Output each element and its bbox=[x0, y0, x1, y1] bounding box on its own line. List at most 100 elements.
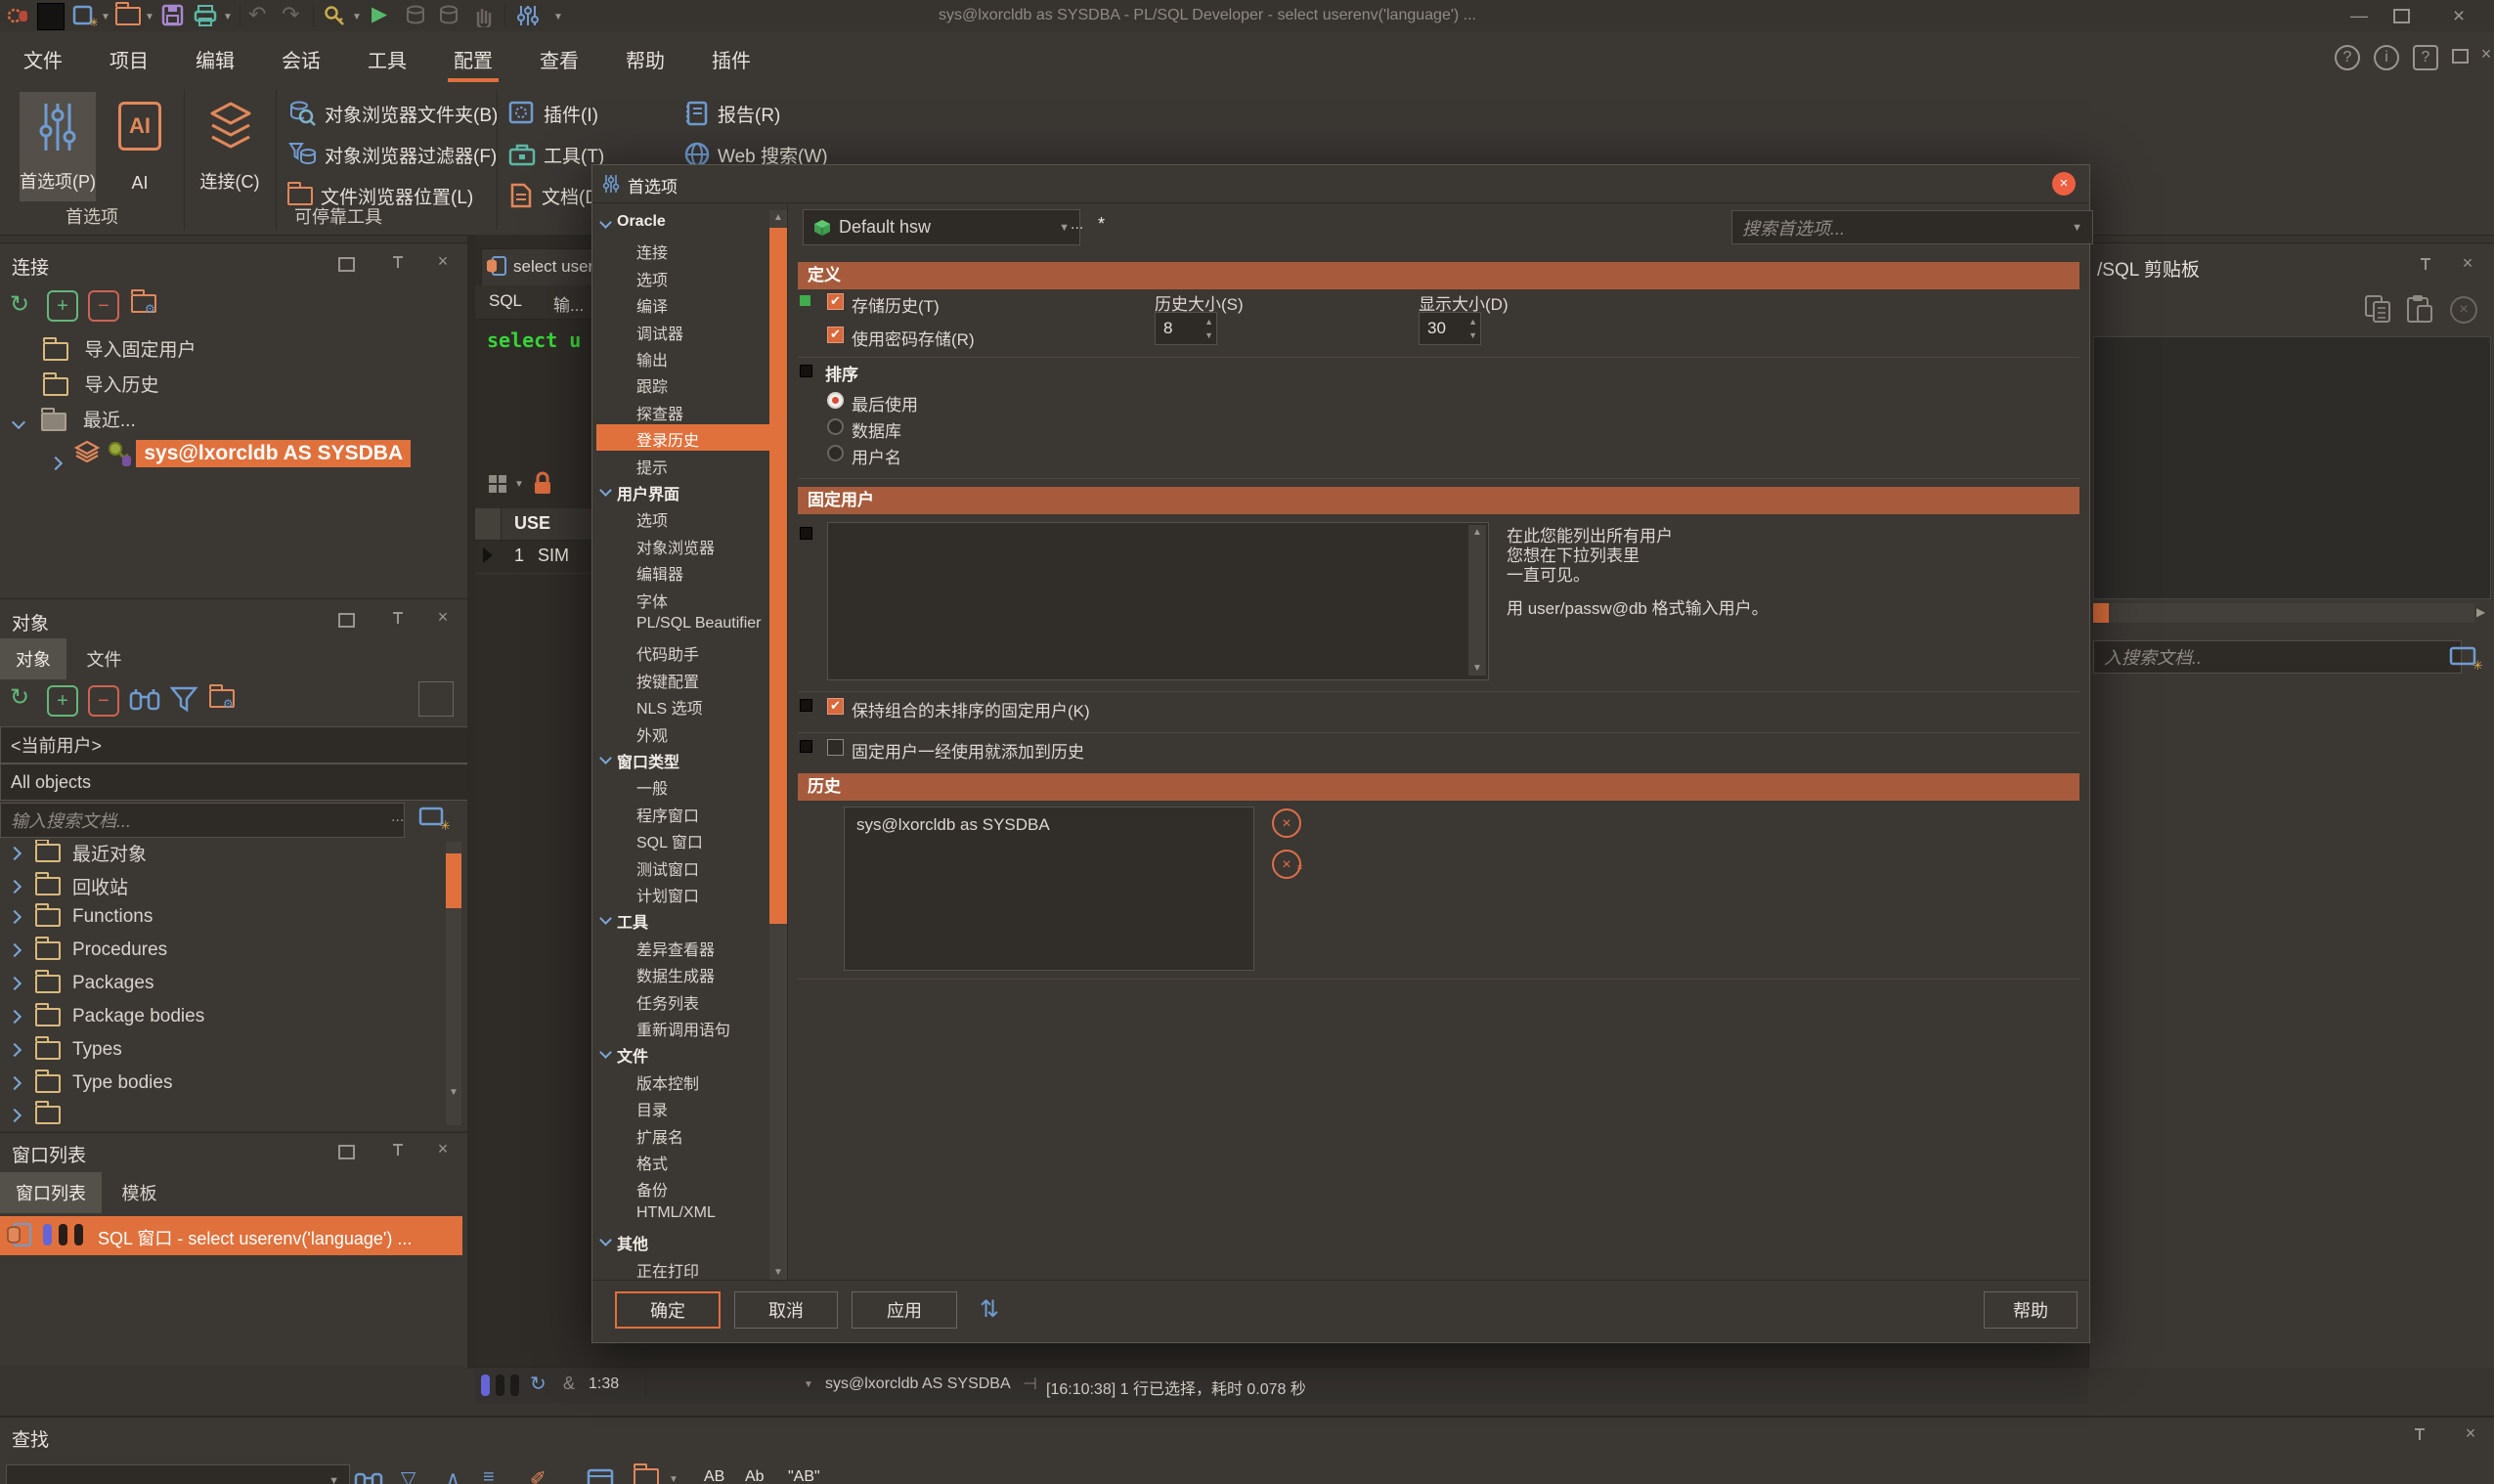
pref-tree-item-重新调用语句[interactable]: 重新调用语句 bbox=[596, 1014, 769, 1040]
ribbon-preferences-button[interactable]: 首选项(P) bbox=[20, 92, 96, 201]
pref-tree-item-计划窗口[interactable]: 计划窗口 bbox=[596, 880, 769, 906]
lock-icon[interactable] bbox=[532, 471, 553, 497]
context-help-icon[interactable]: ? bbox=[2413, 45, 2438, 70]
find-folder-caret[interactable]: ▼ bbox=[669, 1474, 678, 1484]
pref-tree-item-外观[interactable]: 外观 bbox=[596, 720, 769, 746]
objects-pin-icon[interactable] bbox=[391, 611, 405, 625]
pref-tree-item-探查器[interactable]: 探查器 bbox=[596, 398, 769, 424]
ribbon-browser-folders-button[interactable]: 对象浏览器文件夹(B) bbox=[287, 94, 498, 133]
objects-tree-item-Procedures[interactable]: Procedures bbox=[10, 939, 167, 973]
history-delete-icon[interactable]: × bbox=[1272, 808, 1301, 838]
objects-tree-item-partial[interactable] bbox=[10, 1106, 61, 1125]
scroll-down-icon[interactable]: ▼ bbox=[449, 1087, 459, 1098]
new-window-star-icon[interactable]: ✳ bbox=[2449, 642, 2484, 672]
chevron-right-icon[interactable] bbox=[8, 943, 22, 957]
connection-caret[interactable]: ▼ bbox=[804, 1379, 813, 1390]
new-dropdown-caret[interactable]: ▼ bbox=[101, 12, 110, 22]
chevron-right-icon[interactable] bbox=[8, 846, 22, 859]
pref-tree-item-代码助手[interactable]: 代码助手 bbox=[596, 638, 769, 665]
find-binoculars-icon[interactable] bbox=[354, 1466, 383, 1484]
clipboard-hscrollbar[interactable] bbox=[2093, 603, 2474, 623]
tab-templates[interactable]: 模板 bbox=[106, 1172, 172, 1213]
scroll-up-icon[interactable]: ▲ bbox=[773, 212, 783, 223]
profile-more-button[interactable]: ... bbox=[1071, 216, 1083, 234]
color-swatch[interactable] bbox=[37, 3, 65, 30]
objects-scrollbar-thumb[interactable] bbox=[446, 853, 461, 908]
pref-tree-item-提示[interactable]: 提示 bbox=[596, 452, 769, 478]
execute-icon[interactable]: ▶ bbox=[372, 2, 387, 26]
find-input[interactable]: ▼ bbox=[6, 1464, 350, 1484]
print-dropdown-caret[interactable]: ▼ bbox=[223, 12, 233, 22]
pref-tree-item-差异查看器[interactable]: 差异查看器 bbox=[596, 934, 769, 960]
sort-radio-2[interactable] bbox=[827, 445, 844, 461]
tree-item-connection[interactable]: sys@lxorcldb AS SYSDBA bbox=[51, 439, 411, 470]
ribbon-plugins-button[interactable]: 插件(I) bbox=[508, 94, 598, 133]
tab-sql[interactable]: SQL bbox=[489, 291, 522, 311]
clipboard-hscrollbar-thumb[interactable] bbox=[2093, 603, 2109, 623]
ribbon-reports-button[interactable]: 报告(R) bbox=[684, 94, 780, 133]
find-pencil-icon[interactable]: ✐ bbox=[530, 1466, 547, 1484]
dialog-title-bar[interactable]: 首选项 × bbox=[592, 165, 2089, 203]
pref-tree-item-版本控制[interactable]: 版本控制 bbox=[596, 1068, 769, 1094]
selected-connection[interactable]: sys@lxorcldb AS SYSDBA bbox=[136, 440, 411, 467]
objects-search-input[interactable]: 输入搜索文档... bbox=[0, 803, 405, 838]
add-icon[interactable]: + bbox=[47, 685, 78, 717]
pref-tree-item-编译[interactable]: 编译 bbox=[596, 290, 769, 317]
pref-tree-item-任务列表[interactable]: 任务列表 bbox=[596, 987, 769, 1014]
match-word-button[interactable]: Ab bbox=[745, 1468, 765, 1484]
menubar-close-icon[interactable]: × bbox=[2472, 44, 2494, 65]
redo-icon[interactable]: ↷ bbox=[282, 2, 299, 27]
chevron-down-icon[interactable] bbox=[599, 913, 612, 926]
pref-tree-item-目录[interactable]: 目录 bbox=[596, 1094, 769, 1120]
pref-tree-item-PL/SQL Beautifier[interactable]: PL/SQL Beautifier bbox=[596, 612, 769, 638]
chevron-right-icon[interactable] bbox=[8, 1010, 22, 1024]
menu-item-6[interactable]: 查看 bbox=[516, 31, 602, 86]
pref-tree-item-备份[interactable]: 备份 bbox=[596, 1174, 769, 1200]
chevron-down-icon[interactable] bbox=[599, 752, 612, 764]
use-password-checkbox[interactable] bbox=[827, 327, 844, 343]
pref-tree-item-扩展名[interactable]: 扩展名 bbox=[596, 1121, 769, 1148]
find-up-icon[interactable]: ∧ bbox=[446, 1466, 460, 1484]
chevron-right-icon[interactable] bbox=[8, 879, 22, 893]
new-window-icon[interactable]: ✳ bbox=[72, 4, 98, 27]
filter-icon[interactable] bbox=[170, 685, 199, 715]
paste-icon[interactable] bbox=[2406, 294, 2435, 324]
tree-item-import-history[interactable]: 导入历史 bbox=[43, 371, 158, 397]
pref-tree-item-窗口类型[interactable]: 窗口类型 bbox=[596, 746, 769, 772]
pref-tree-item-格式[interactable]: 格式 bbox=[596, 1148, 769, 1174]
spin-down-icon[interactable]: ▼ bbox=[1468, 331, 1477, 339]
objects-close-icon[interactable]: × bbox=[428, 607, 458, 628]
window-list-close-icon[interactable]: × bbox=[428, 1139, 458, 1159]
menubar-maximize-icon[interactable] bbox=[2452, 49, 2469, 68]
history-clear-list-icon[interactable]: ×≡ bbox=[1272, 850, 1301, 879]
chevron-down-icon[interactable] bbox=[599, 216, 612, 229]
help-button[interactable]: 帮助 bbox=[1984, 1291, 2078, 1329]
code-line[interactable]: select u bbox=[487, 328, 581, 352]
match-case-button[interactable]: AB bbox=[704, 1468, 724, 1484]
pref-tree-item-按键配置[interactable]: 按键配置 bbox=[596, 666, 769, 692]
spin-down-icon[interactable]: ▼ bbox=[1204, 331, 1213, 339]
grid-dropdown-caret[interactable]: ▼ bbox=[514, 479, 524, 490]
pref-tree-scrollbar[interactable]: ▲ ▼ bbox=[769, 210, 787, 1280]
quick-filter-box[interactable] bbox=[418, 681, 454, 717]
add-used-to-history-checkbox[interactable] bbox=[827, 739, 844, 756]
chevron-right-icon[interactable] bbox=[8, 1043, 22, 1057]
scroll-down-icon[interactable]: ▼ bbox=[773, 1267, 783, 1278]
sort-radio-1[interactable] bbox=[827, 418, 844, 435]
menu-item-7[interactable]: 帮助 bbox=[602, 31, 688, 86]
menu-item-3[interactable]: 会话 bbox=[258, 31, 344, 86]
connections-pin-icon[interactable] bbox=[391, 255, 405, 269]
pref-search-input[interactable]: 搜索首选项...▼ bbox=[1731, 210, 2093, 244]
ribbon-ai-button[interactable]: AI AI bbox=[102, 92, 178, 201]
objects-tree-item-Package bodies[interactable]: Package bodies bbox=[10, 1006, 204, 1039]
login-key-icon[interactable] bbox=[323, 4, 348, 27]
pref-tree-item-HTML/XML[interactable]: HTML/XML bbox=[596, 1201, 769, 1228]
window-list-item[interactable]: SQL 窗口 - select userenv('language') ... bbox=[0, 1216, 462, 1255]
pref-tree-item-程序窗口[interactable]: 程序窗口 bbox=[596, 800, 769, 826]
pref-tree-item-正在打印[interactable]: 正在打印 bbox=[596, 1255, 769, 1280]
chevron-down-icon[interactable] bbox=[599, 1234, 612, 1246]
sort-order-icon[interactable]: ⇅ bbox=[980, 1295, 999, 1324]
ribbon-tools-button[interactable]: 工具(T) bbox=[508, 135, 604, 174]
clipboard-search-input[interactable]: 入搜索文档.. bbox=[2093, 640, 2462, 674]
ribbon-documents-button[interactable]: 文档(D) bbox=[508, 176, 604, 215]
